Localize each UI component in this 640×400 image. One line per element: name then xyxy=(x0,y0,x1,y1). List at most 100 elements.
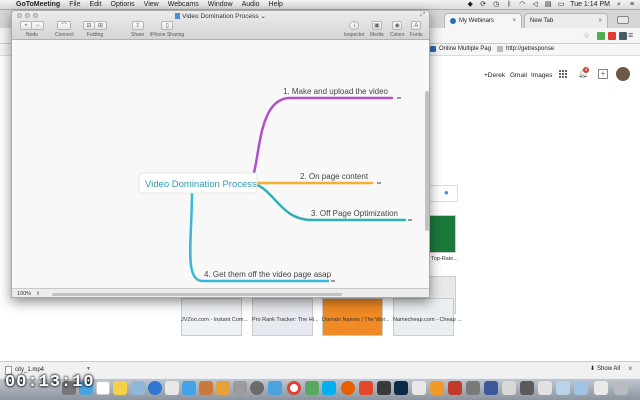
dock-app-icon[interactable] xyxy=(412,381,426,395)
menu-webcams[interactable]: Webcams xyxy=(168,1,199,8)
toolbar-fonts[interactable]: A Fonts xyxy=(410,21,423,38)
zoom-stepper-icon[interactable]: ⇕ xyxy=(36,291,40,297)
bookmark-star-icon[interactable]: ☆ xyxy=(583,31,590,40)
menu-options[interactable]: Options xyxy=(111,1,135,8)
safari-icon[interactable] xyxy=(148,381,162,395)
dock-app-icon[interactable] xyxy=(199,381,213,395)
battery-icon[interactable]: ▭ xyxy=(557,1,565,8)
google-user-link[interactable]: +Derek xyxy=(484,72,505,79)
menu-window[interactable]: Window xyxy=(208,1,233,8)
calendar-icon[interactable] xyxy=(96,381,110,395)
title-menu-caret-icon[interactable]: ⌄ xyxy=(260,13,265,20)
inspector-icon[interactable]: i xyxy=(349,21,360,30)
share-plus-icon[interactable]: + xyxy=(598,69,608,79)
dock-app-icon[interactable] xyxy=(165,381,179,395)
system-preferences-icon[interactable] xyxy=(250,381,264,395)
menu-help[interactable]: Help xyxy=(269,1,283,8)
fonts-icon[interactable]: A xyxy=(411,21,422,30)
toolbar-folding[interactable]: ⊟ ⊞ Folding xyxy=(83,21,107,38)
download-menu-caret-icon[interactable]: ▼ xyxy=(86,366,91,372)
toolbar-colors[interactable]: ◉ Colors xyxy=(390,21,404,38)
branch-3-label[interactable]: 3. Off Page Optimization xyxy=(311,209,398,218)
sync-status-icon[interactable]: ⟳ xyxy=(479,1,487,8)
fullscreen-icon[interactable]: ⤢ xyxy=(420,12,425,19)
toolbar-inspector[interactable]: i Inspector xyxy=(344,21,365,38)
photoshop-icon[interactable] xyxy=(394,381,408,395)
skype-icon[interactable] xyxy=(322,381,336,395)
dock-app-icon[interactable] xyxy=(466,381,480,395)
spotlight-search-icon[interactable]: ⌕ xyxy=(615,1,623,8)
dock-app-icon[interactable] xyxy=(233,381,247,395)
input-flag-icon[interactable]: ▤ xyxy=(544,1,552,8)
toolbar-media[interactable]: ▣ Media xyxy=(370,21,384,38)
mindmap-canvas[interactable]: Video Domination Process 1. Make and upl… xyxy=(12,40,424,288)
avatar[interactable] xyxy=(616,67,630,81)
dock-app-icon[interactable] xyxy=(556,381,570,395)
collapse-button[interactable]: ⊟ xyxy=(83,21,95,30)
trash-icon[interactable] xyxy=(614,381,628,395)
share-icon[interactable]: ⇪ xyxy=(131,21,144,30)
notes-icon[interactable] xyxy=(113,381,127,395)
dock-app-icon[interactable] xyxy=(131,381,145,395)
toolbar-connect[interactable]: ⌒ Connect xyxy=(55,21,74,38)
dock-app-icon[interactable] xyxy=(574,381,588,395)
dock-app-icon[interactable] xyxy=(377,381,391,395)
branch-1-label[interactable]: 1. Make and upload the video xyxy=(283,87,389,96)
profile-button[interactable] xyxy=(617,16,629,24)
gmail-link[interactable]: Gmail xyxy=(510,72,527,79)
voice-search-mic-icon[interactable]: ● xyxy=(444,188,449,197)
branch-4-label[interactable]: 4. Get them off the video page asap xyxy=(204,270,332,279)
chrome-menu-icon[interactable]: ≡ xyxy=(628,30,633,40)
dropbox-status-icon[interactable]: ◆ xyxy=(466,1,474,8)
firefox-icon[interactable] xyxy=(341,381,355,395)
wifi-icon[interactable]: ◠ xyxy=(518,1,526,8)
toolbar-node[interactable]: + − Node xyxy=(20,21,44,38)
expand-button[interactable]: ⊞ xyxy=(95,21,107,30)
connect-button[interactable]: ⌒ xyxy=(57,21,72,30)
menu-view[interactable]: View xyxy=(144,1,159,8)
app-store-icon[interactable] xyxy=(182,381,196,395)
download-shelf-close-icon[interactable]: × xyxy=(628,364,633,373)
tab-close-icon[interactable]: × xyxy=(598,18,602,24)
menu-app-name[interactable]: GoToMeeting xyxy=(16,1,60,8)
gotomeeting-icon[interactable] xyxy=(430,381,444,395)
dock-app-icon[interactable] xyxy=(484,381,498,395)
tab-my-webinars[interactable]: My Webinars × xyxy=(444,13,522,28)
extension-icon[interactable] xyxy=(597,32,605,40)
downloads-stack-icon[interactable] xyxy=(594,381,608,395)
horizontal-scrollbar[interactable] xyxy=(52,293,342,296)
dock-app-icon[interactable] xyxy=(538,381,552,395)
tab-close-icon[interactable]: × xyxy=(512,18,516,24)
notification-center-icon[interactable]: ≡ xyxy=(628,1,636,8)
bluetooth-icon[interactable]: ᛒ xyxy=(505,1,513,8)
volume-icon[interactable]: ◁ xyxy=(531,1,539,8)
google-apps-icon[interactable] xyxy=(559,70,568,79)
tab-new-tab[interactable]: New Tab × xyxy=(524,13,608,28)
google-search-box[interactable] xyxy=(428,185,458,202)
remove-node-button[interactable]: − xyxy=(32,21,44,30)
media-icon[interactable]: ▣ xyxy=(371,21,382,30)
dock-app-icon[interactable] xyxy=(502,381,516,395)
note-marker-icon[interactable] xyxy=(331,280,335,282)
colors-icon[interactable]: ◉ xyxy=(392,21,403,30)
menu-edit[interactable]: Edit xyxy=(89,1,101,8)
note-marker-icon[interactable] xyxy=(377,182,381,184)
dock-app-icon[interactable] xyxy=(268,381,282,395)
extension-icon[interactable] xyxy=(619,32,627,40)
branch-2-label[interactable]: 2. On page content xyxy=(300,172,369,181)
time-machine-icon[interactable]: ◷ xyxy=(492,1,500,8)
most-visited-tile[interactable] xyxy=(428,215,456,253)
dock-app-icon[interactable] xyxy=(448,381,462,395)
toolbar-share[interactable]: ⇪ Share xyxy=(131,21,144,38)
note-marker-icon[interactable] xyxy=(397,97,401,99)
dock-app-icon[interactable] xyxy=(359,381,373,395)
extension-icon[interactable] xyxy=(608,32,616,40)
dock-app-icon[interactable] xyxy=(305,381,319,395)
menu-audio[interactable]: Audio xyxy=(242,1,260,8)
bookmark-getresponse[interactable]: http://getresponse xyxy=(497,46,554,52)
note-marker-icon[interactable] xyxy=(408,219,412,221)
toolbar-iphone-sharing[interactable]: ▯ iPhone Sharing xyxy=(150,21,184,38)
zoom-level-select[interactable]: 100% xyxy=(17,291,31,297)
images-link[interactable]: Images xyxy=(531,72,552,79)
dock-app-icon[interactable] xyxy=(216,381,230,395)
